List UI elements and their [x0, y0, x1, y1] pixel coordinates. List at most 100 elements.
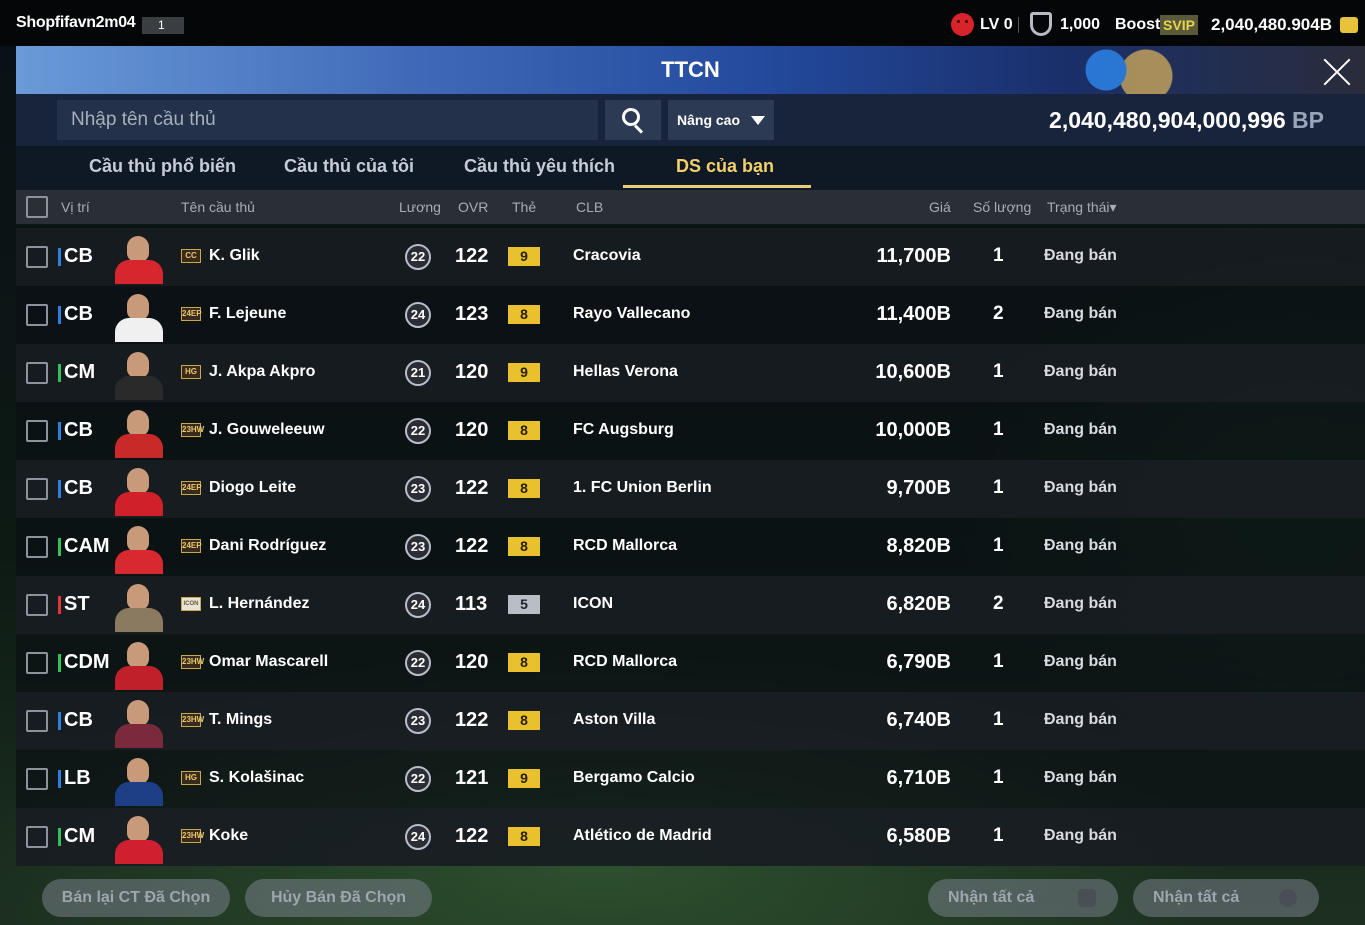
tab-my-players[interactable]: Cầu thủ của tôi [284, 156, 414, 177]
table-row[interactable]: CM HG J. Akpa Akpro 21 120 9 Hellas Verona 10,6… [16, 344, 1365, 402]
row-checkbox[interactable] [26, 536, 48, 558]
player-name[interactable]: T. Mings [209, 711, 272, 729]
upgrade-grade: 9 [508, 363, 540, 382]
player-quantity: 1 [993, 361, 1004, 382]
column-position[interactable]: Vị trí [61, 199, 90, 215]
bp-total: 2,040,480.904B [1211, 15, 1332, 34]
player-price: 6,820B [886, 593, 952, 615]
row-checkbox[interactable] [26, 768, 48, 790]
bp-balance: 2,040,480,904,000,996 BP [1049, 107, 1324, 134]
tab-popular-players[interactable]: Cầu thủ phổ biến [89, 156, 236, 177]
row-checkbox[interactable] [26, 304, 48, 326]
select-all-checkbox[interactable] [26, 196, 48, 218]
player-position: CB [64, 245, 93, 267]
row-checkbox[interactable] [26, 826, 48, 848]
row-checkbox[interactable] [26, 420, 48, 442]
resell-selected-button[interactable]: Bán lại CT Đã Chọn [42, 879, 230, 917]
player-name[interactable]: Dani Rodríguez [209, 537, 326, 555]
table-row[interactable]: LB HG S. Kolašinac 22 121 9 Bergamo Calcio 6,71… [16, 750, 1365, 808]
advanced-filter-dropdown[interactable]: Nâng cao [668, 100, 774, 140]
player-name[interactable]: Diogo Leite [209, 479, 296, 497]
player-club: RCD Mallorca [573, 537, 678, 554]
sort-caret-icon: ▾ [1109, 199, 1117, 215]
table-row[interactable]: CB 23HW T. Mings 23 122 8 Aston Villa 6,740B 1 Đa… [16, 692, 1365, 750]
row-checkbox[interactable] [26, 652, 48, 674]
column-ovr[interactable]: OVR [458, 199, 488, 215]
receive-all-players-button[interactable]: Nhận tất cả [928, 879, 1118, 917]
tab-favorite-players[interactable]: Cầu thủ yêu thích [464, 156, 615, 177]
player-position: CB [64, 419, 93, 441]
row-checkbox[interactable] [26, 710, 48, 732]
column-club[interactable]: CLB [576, 199, 603, 215]
player-name[interactable]: J. Akpa Akpro [209, 363, 315, 381]
sale-status: Đang bán [1044, 653, 1117, 670]
player-ovr: 122 [455, 477, 489, 499]
player-ovr: 122 [455, 709, 489, 731]
table-row[interactable]: CAM 24EP Dani Rodríguez 23 122 8 RCD Mallorca 8… [16, 518, 1365, 576]
table-row[interactable]: CDM 23HW Omar Mascarell 22 120 8 RCD Mallorca 6… [16, 634, 1365, 692]
player-wage: 24 [405, 302, 431, 328]
player-avatar [111, 578, 167, 632]
player-wage: 24 [405, 824, 431, 850]
sale-status: Đang bán [1044, 247, 1117, 264]
player-name[interactable]: S. Kolašinac [209, 769, 304, 787]
season-badge-icon: 23HW [181, 829, 204, 843]
row-checkbox[interactable] [26, 594, 48, 616]
svip-badge[interactable]: SVIP [1160, 15, 1198, 35]
table-row[interactable]: CB CC K. Glik 22 122 9 Cracovia 11,700B 1 Đang bá… [16, 228, 1365, 286]
boost-label[interactable]: Boost [1115, 16, 1160, 34]
player-name[interactable]: F. Lejeune [209, 305, 286, 323]
player-quantity: 2 [993, 303, 1004, 324]
row-checkbox[interactable] [26, 478, 48, 500]
position-color-bar [58, 364, 61, 382]
cancel-selected-button[interactable]: Hủy Bán Đã Chọn [245, 879, 432, 917]
season-badge-icon: CC [181, 249, 201, 263]
shield-icon [1030, 12, 1052, 36]
player-position: ST [64, 593, 90, 615]
column-quantity[interactable]: Số lượng [973, 199, 1031, 215]
season-badge-icon: 24EP [181, 539, 202, 553]
search-input[interactable] [57, 100, 598, 140]
player-name[interactable]: Omar Mascarell [209, 653, 328, 671]
table-row[interactable]: CB 24EP Diogo Leite 23 122 8 1. FC Union Berli… [16, 460, 1365, 518]
column-name[interactable]: Tên cầu thủ [181, 199, 255, 215]
coins-count: 1,000 [1060, 16, 1101, 33]
table-row[interactable]: CB 23HW J. Gouweleeuw 22 120 8 FC Augsburg 10,0… [16, 402, 1365, 460]
table-row[interactable]: CM 23HW Koke 24 122 8 Atlético de Madrid 6,580B… [16, 808, 1365, 866]
upgrade-grade: 9 [508, 769, 540, 788]
column-status-label: Trạng thái [1047, 199, 1110, 215]
upgrade-grade: 8 [508, 537, 540, 556]
close-icon[interactable] [1320, 56, 1354, 86]
player-name[interactable]: J. Gouweleeuw [209, 421, 325, 439]
player-quantity: 1 [993, 825, 1004, 846]
search-button[interactable] [605, 100, 661, 140]
bp-coin-icon [1340, 17, 1358, 33]
bp-balance-value: 2,040,480,904,000,996 [1049, 107, 1286, 133]
player-price: 6,740B [886, 709, 952, 731]
position-color-bar [58, 828, 61, 846]
player-wage: 23 [405, 708, 431, 734]
player-name[interactable]: K. Glik [209, 247, 260, 265]
player-avatar [111, 462, 167, 516]
table-row[interactable]: CB 24EP F. Lejeune 24 123 8 Rayo Vallecano 11,4… [16, 286, 1365, 344]
row-checkbox[interactable] [26, 246, 48, 268]
position-color-bar [58, 654, 61, 672]
row-checkbox[interactable] [26, 362, 48, 384]
player-ovr: 122 [455, 245, 489, 267]
upgrade-grade: 8 [508, 421, 540, 440]
player-position: CB [64, 477, 93, 499]
player-name[interactable]: Koke [209, 827, 248, 845]
column-grade[interactable]: Thẻ [512, 199, 536, 215]
player-quantity: 2 [993, 593, 1004, 614]
advanced-filter-label: Nâng cao [677, 112, 741, 128]
column-status[interactable]: Trạng thái▾ [1047, 199, 1117, 216]
player-quantity: 1 [993, 477, 1004, 498]
player-name[interactable]: L. Hernández [209, 595, 309, 613]
receive-all-bp-button[interactable]: Nhận tất cả [1133, 879, 1319, 917]
column-wage[interactable]: Lương [399, 199, 441, 215]
player-club: 1. FC Union Berlin [573, 479, 712, 496]
column-price[interactable]: Giá [929, 199, 951, 215]
player-wage: 22 [405, 418, 431, 444]
table-row[interactable]: ST ICON L. Hernández 24 113 5 ICON 6,820B 2 Đang … [16, 576, 1365, 634]
tab-your-list[interactable]: DS của bạn [676, 156, 774, 177]
